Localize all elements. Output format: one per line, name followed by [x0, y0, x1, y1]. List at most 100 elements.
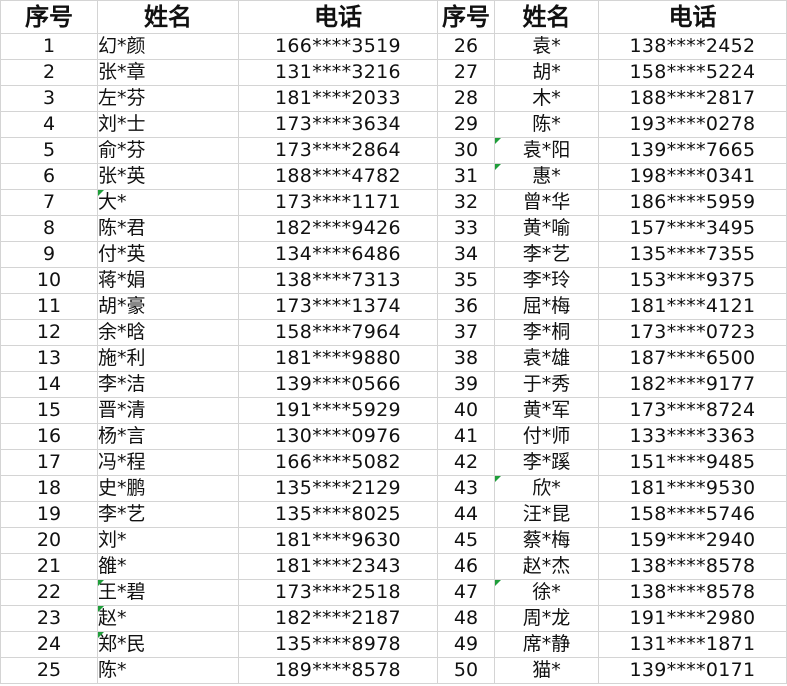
phone-cell[interactable]: 158****7964	[238, 319, 438, 346]
phone-cell[interactable]: 188****2817	[598, 85, 787, 112]
phone-cell[interactable]: 181****9880	[238, 345, 438, 372]
seq-cell[interactable]: 3	[0, 85, 98, 112]
name-cell[interactable]: 李*艺	[97, 501, 239, 528]
phone-cell[interactable]: 153****9375	[598, 267, 787, 294]
name-cell[interactable]: 胡*豪	[97, 293, 239, 320]
phone-cell[interactable]: 186****5959	[598, 189, 787, 216]
seq-cell[interactable]: 37	[437, 319, 495, 346]
name-cell[interactable]: 张*章	[97, 59, 239, 86]
seq-cell[interactable]: 41	[437, 423, 495, 450]
seq-cell[interactable]: 35	[437, 267, 495, 294]
seq-cell[interactable]: 30	[437, 137, 495, 164]
name-cell[interactable]: 惠*	[494, 163, 599, 190]
name-cell[interactable]: 袁*雄	[494, 345, 599, 372]
seq-cell[interactable]: 34	[437, 241, 495, 268]
phone-cell[interactable]: 188****4782	[238, 163, 438, 190]
seq-cell[interactable]: 39	[437, 371, 495, 398]
seq-cell[interactable]: 38	[437, 345, 495, 372]
seq-cell[interactable]: 48	[437, 605, 495, 632]
seq-cell[interactable]: 12	[0, 319, 98, 346]
name-cell[interactable]: 郑*民	[97, 631, 239, 658]
seq-cell[interactable]: 2	[0, 59, 98, 86]
name-cell[interactable]: 袁*	[494, 33, 599, 60]
phone-cell[interactable]: 131****1871	[598, 631, 787, 658]
phone-cell[interactable]: 173****8724	[598, 397, 787, 424]
phone-cell[interactable]: 173****0723	[598, 319, 787, 346]
phone-cell[interactable]: 181****9630	[238, 527, 438, 554]
phone-cell[interactable]: 189****8578	[238, 657, 438, 684]
seq-cell[interactable]: 29	[437, 111, 495, 138]
name-cell[interactable]: 猫*	[494, 657, 599, 684]
name-cell[interactable]: 大*	[97, 189, 239, 216]
phone-cell[interactable]: 173****2518	[238, 579, 438, 606]
name-cell[interactable]: 袁*阳	[494, 137, 599, 164]
phone-cell[interactable]: 139****0171	[598, 657, 787, 684]
name-cell[interactable]: 席*静	[494, 631, 599, 658]
phone-cell[interactable]: 131****3216	[238, 59, 438, 86]
name-cell[interactable]: 陈*	[97, 657, 239, 684]
phone-cell[interactable]: 182****2187	[238, 605, 438, 632]
seq-cell[interactable]: 1	[0, 33, 98, 60]
phone-cell[interactable]: 135****2129	[238, 475, 438, 502]
seq-cell[interactable]: 31	[437, 163, 495, 190]
seq-cell[interactable]: 16	[0, 423, 98, 450]
seq-cell[interactable]: 20	[0, 527, 98, 554]
seq-cell[interactable]: 13	[0, 345, 98, 372]
name-cell[interactable]: 屈*梅	[494, 293, 599, 320]
name-cell[interactable]: 王*碧	[97, 579, 239, 606]
name-cell[interactable]: 陈*君	[97, 215, 239, 242]
name-cell[interactable]: 于*秀	[494, 371, 599, 398]
phone-cell[interactable]: 166****5082	[238, 449, 438, 476]
name-cell[interactable]: 李*桐	[494, 319, 599, 346]
seq-cell[interactable]: 46	[437, 553, 495, 580]
seq-cell[interactable]: 8	[0, 215, 98, 242]
phone-cell[interactable]: 134****6486	[238, 241, 438, 268]
seq-cell[interactable]: 45	[437, 527, 495, 554]
name-cell[interactable]: 李*玲	[494, 267, 599, 294]
seq-cell[interactable]: 14	[0, 371, 98, 398]
name-cell[interactable]: 欣*	[494, 475, 599, 502]
seq-cell[interactable]: 21	[0, 553, 98, 580]
phone-cell[interactable]: 138****2452	[598, 33, 787, 60]
name-cell[interactable]: 蔡*梅	[494, 527, 599, 554]
seq-cell[interactable]: 9	[0, 241, 98, 268]
seq-cell[interactable]: 33	[437, 215, 495, 242]
phone-cell[interactable]: 198****0341	[598, 163, 787, 190]
phone-cell[interactable]: 158****5746	[598, 501, 787, 528]
seq-cell[interactable]: 10	[0, 267, 98, 294]
name-cell[interactable]: 幻*颜	[97, 33, 239, 60]
phone-cell[interactable]: 138****8578	[598, 579, 787, 606]
phone-cell[interactable]: 187****6500	[598, 345, 787, 372]
name-cell[interactable]: 胡*	[494, 59, 599, 86]
name-cell[interactable]: 徐*	[494, 579, 599, 606]
name-cell[interactable]: 施*利	[97, 345, 239, 372]
seq-cell[interactable]: 43	[437, 475, 495, 502]
seq-cell[interactable]: 42	[437, 449, 495, 476]
seq-cell[interactable]: 23	[0, 605, 98, 632]
seq-cell[interactable]: 17	[0, 449, 98, 476]
name-cell[interactable]: 汪*昆	[494, 501, 599, 528]
phone-cell[interactable]: 139****0566	[238, 371, 438, 398]
header-phone-left[interactable]: 电话	[238, 0, 438, 34]
seq-cell[interactable]: 32	[437, 189, 495, 216]
name-cell[interactable]: 刘*	[97, 527, 239, 554]
phone-cell[interactable]: 130****0976	[238, 423, 438, 450]
name-cell[interactable]: 付*师	[494, 423, 599, 450]
name-cell[interactable]: 木*	[494, 85, 599, 112]
seq-cell[interactable]: 49	[437, 631, 495, 658]
phone-cell[interactable]: 135****8025	[238, 501, 438, 528]
seq-cell[interactable]: 11	[0, 293, 98, 320]
phone-cell[interactable]: 181****4121	[598, 293, 787, 320]
name-cell[interactable]: 左*芬	[97, 85, 239, 112]
header-phone-right[interactable]: 电话	[598, 0, 787, 34]
name-cell[interactable]: 刘*士	[97, 111, 239, 138]
phone-cell[interactable]: 191****5929	[238, 397, 438, 424]
seq-cell[interactable]: 25	[0, 657, 98, 684]
seq-cell[interactable]: 7	[0, 189, 98, 216]
seq-cell[interactable]: 5	[0, 137, 98, 164]
phone-cell[interactable]: 181****2343	[238, 553, 438, 580]
seq-cell[interactable]: 24	[0, 631, 98, 658]
phone-cell[interactable]: 138****7313	[238, 267, 438, 294]
name-cell[interactable]: 蒋*娟	[97, 267, 239, 294]
seq-cell[interactable]: 40	[437, 397, 495, 424]
